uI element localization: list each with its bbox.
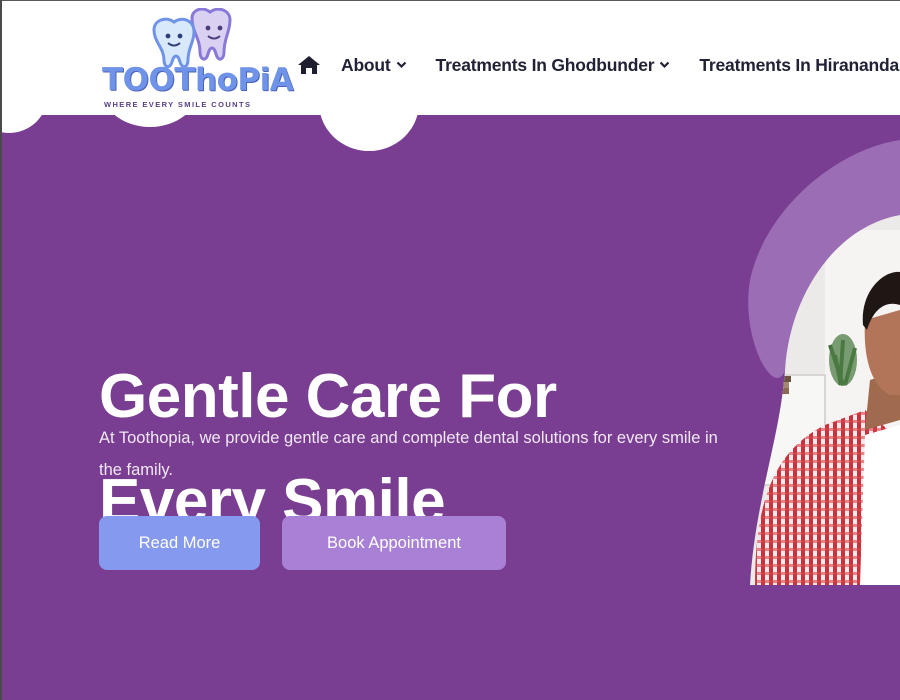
decorative-cloud-shape <box>319 115 419 151</box>
nav-item-treatments-ghodbunder[interactable]: Treatments In Ghodbunder <box>436 55 671 76</box>
site-logo[interactable]: TOOThoPiA WHERE EVERY SMILE COUNTS <box>100 8 294 112</box>
nav-item-treatments-hirananda[interactable]: Treatments In Hirananda <box>699 55 899 76</box>
window-top-edge <box>0 0 900 1</box>
read-more-button[interactable]: Read More <box>99 516 260 570</box>
home-icon <box>298 56 320 74</box>
nav-item-about[interactable]: About <box>341 55 407 76</box>
logo-wordmark: TOOThoPiA <box>102 62 294 98</box>
main-nav: About Treatments In Ghodbunder Treatment… <box>297 50 900 80</box>
nav-home-link[interactable] <box>297 53 321 77</box>
chevron-down-icon <box>659 61 670 69</box>
hero-description: At Toothopia, we provide gentle care and… <box>99 429 718 479</box>
nav-item-label: Treatments In Hirananda <box>699 54 900 75</box>
logo-tagline: WHERE EVERY SMILE COUNTS <box>104 100 252 109</box>
hero-title-line1: Gentle Care For <box>99 362 557 431</box>
site-header: TOOThoPiA WHERE EVERY SMILE COUNTS About… <box>0 0 900 115</box>
nav-item-label: About <box>341 54 391 75</box>
decorative-cloud-shape <box>0 115 48 133</box>
nav-item-label: Treatments In Ghodbunder <box>435 54 655 75</box>
hero-doctor-photo <box>748 140 900 585</box>
window-left-edge <box>0 0 2 700</box>
chevron-down-icon <box>396 61 407 69</box>
book-appointment-button[interactable]: Book Appointment <box>282 516 506 570</box>
decorative-cloud-shape <box>100 115 200 127</box>
teeth-logo-icon <box>152 8 232 69</box>
